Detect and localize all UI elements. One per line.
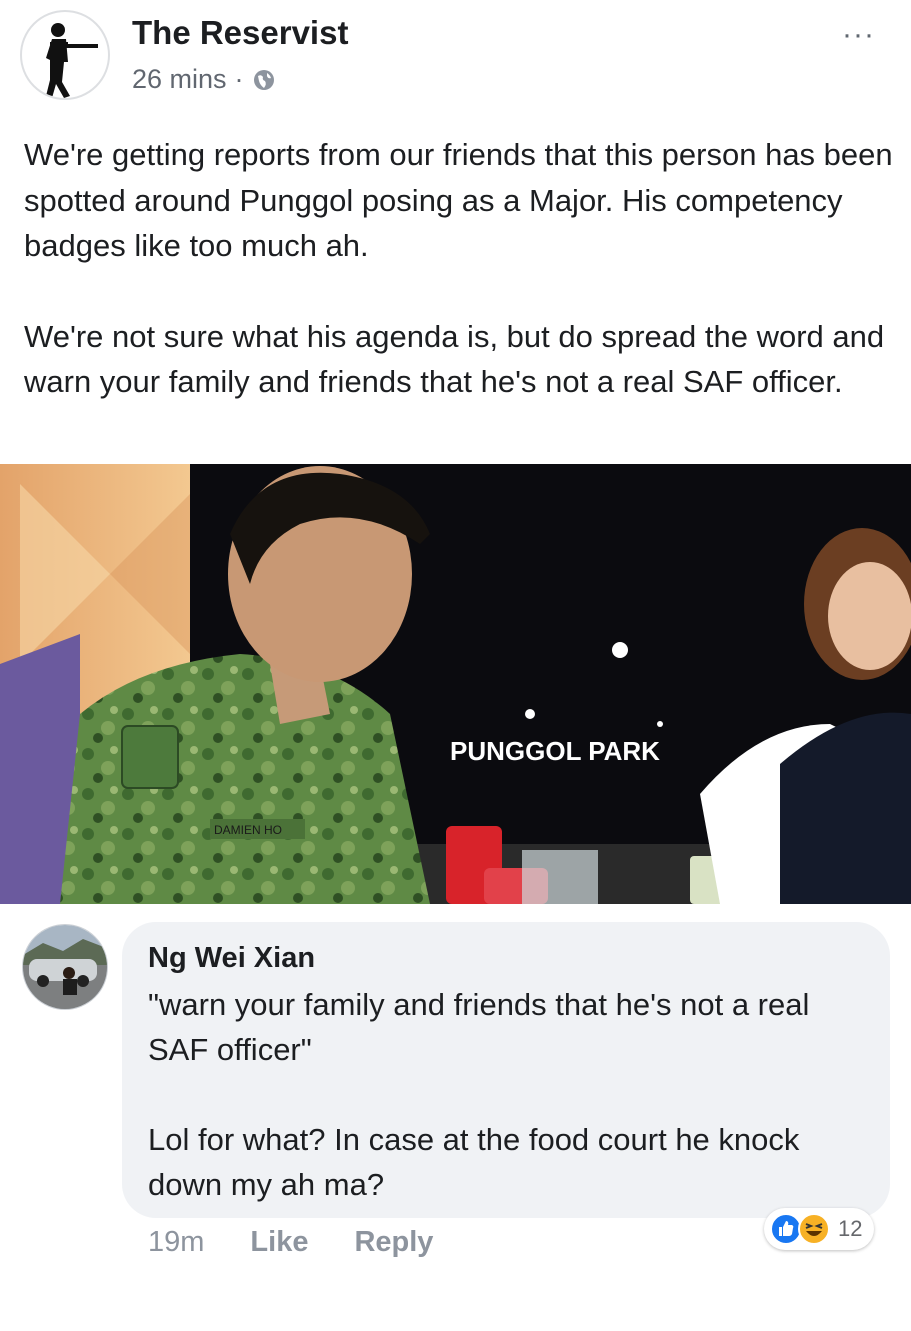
post-paragraph: We're getting reports from our friends t…	[24, 137, 893, 263]
more-options-button[interactable]: ···	[842, 18, 875, 52]
comment-paragraph: "warn your family and friends that he's …	[148, 987, 810, 1067]
reaction-count: 12	[838, 1216, 863, 1241]
soldier-silhouette-icon	[46, 23, 98, 98]
haha-icon	[798, 1213, 830, 1245]
page-name[interactable]: The Reservist	[132, 14, 348, 52]
page-avatar[interactable]	[20, 10, 110, 100]
like-button[interactable]: Like	[250, 1226, 308, 1259]
post-timestamp[interactable]: 26 mins	[132, 64, 227, 95]
post-meta: 26 mins ·	[132, 64, 276, 95]
photo-sign-text: PUNGGOL PARK	[450, 736, 660, 766]
post-paragraph: We're not sure what his agenda is, but d…	[24, 318, 885, 400]
comment-text: "warn your family and friends that he's …	[148, 982, 868, 1252]
commenter-avatar[interactable]	[22, 924, 108, 1010]
commenter-name[interactable]: Ng Wei Xian	[148, 942, 315, 975]
reply-button[interactable]: Reply	[354, 1226, 433, 1259]
post-photo[interactable]: PUNGGOL PARK DAMIEN HO	[0, 464, 911, 904]
comment-paragraph: Lol for what? In case at the food court …	[148, 1122, 800, 1202]
photo-name-tape: DAMIEN HO	[214, 823, 282, 837]
post-header: The Reservist 26 mins · ···	[0, 0, 911, 120]
meta-separator: ·	[234, 64, 244, 94]
post-text: We're getting reports from our friends t…	[24, 132, 894, 450]
comment-timestamp[interactable]: 19m	[148, 1226, 204, 1259]
globe-icon	[252, 68, 276, 92]
comment-bubble: Ng Wei Xian "warn your family and friend…	[122, 922, 890, 1218]
reactions-summary[interactable]: 12	[764, 1208, 875, 1250]
comment-actions: 19m Like Reply	[148, 1226, 433, 1259]
